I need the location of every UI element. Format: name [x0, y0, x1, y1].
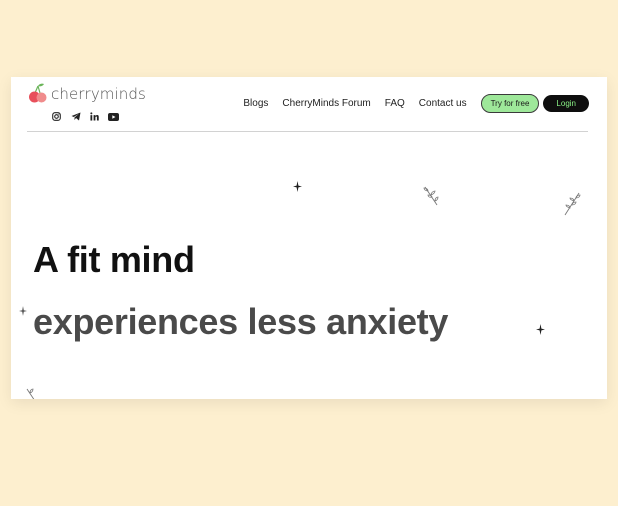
hero-subheadline: experiences less anxiety: [33, 301, 449, 342]
sparkle-icon: [293, 181, 302, 192]
leaf-sprig-icon: [564, 192, 581, 216]
website-frame: cherryminds Blogs CherryMinds Forum FAQ …: [11, 77, 607, 399]
telegram-icon[interactable]: [70, 111, 81, 122]
youtube-icon[interactable]: [108, 111, 119, 122]
nav-link-forum[interactable]: CherryMinds Forum: [282, 98, 370, 109]
sparkle-icon: [19, 306, 27, 316]
header-divider: [27, 131, 588, 132]
brand-name: cherryminds: [51, 85, 146, 103]
nav-link-contact[interactable]: Contact us: [419, 98, 467, 109]
login-button[interactable]: Login: [543, 95, 589, 112]
hero-headline: A fit mind: [33, 239, 195, 280]
main-nav: Blogs CherryMinds Forum FAQ Contact us T…: [243, 94, 589, 113]
sparkle-icon: [536, 324, 545, 335]
logo[interactable]: cherryminds: [27, 83, 146, 105]
leaf-sprig-icon: [26, 388, 35, 399]
leaf-sprig-icon: [423, 186, 439, 206]
instagram-icon[interactable]: [51, 111, 62, 122]
linkedin-icon[interactable]: [89, 111, 100, 122]
cherry-logo-icon: [29, 83, 47, 103]
try-for-free-button[interactable]: Try for free: [480, 94, 540, 113]
social-links: [51, 111, 119, 122]
nav-link-faq[interactable]: FAQ: [385, 98, 405, 109]
nav-link-blogs[interactable]: Blogs: [243, 98, 268, 109]
